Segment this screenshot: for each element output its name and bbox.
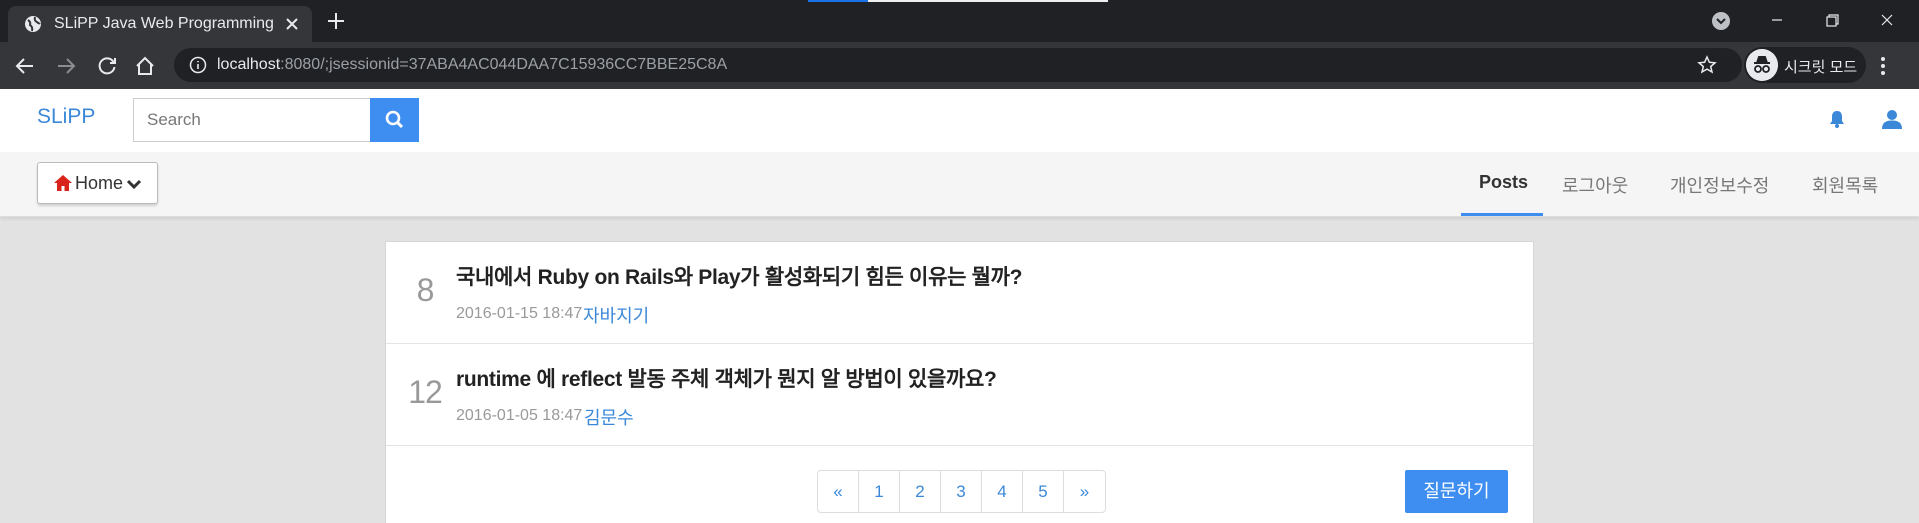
nav-posts[interactable]: Posts xyxy=(1479,172,1528,193)
search-icon xyxy=(385,110,404,129)
home-dropdown-label: Home xyxy=(75,173,124,193)
browser-tab-bar: SLiPP Java Web Programming xyxy=(0,0,1919,42)
back-arrow-icon[interactable] xyxy=(14,55,36,77)
kebab-menu-icon[interactable] xyxy=(1880,55,1886,77)
question-title[interactable]: 국내에서 Ruby on Rails와 Play가 활성화되기 힘든 이유는 뭘… xyxy=(456,261,1023,291)
nav-edit-profile[interactable]: 개인정보수정 xyxy=(1670,172,1769,198)
minimize-icon[interactable] xyxy=(1754,0,1800,40)
window-close-icon[interactable] xyxy=(1864,0,1910,40)
bookmark-star-icon[interactable] xyxy=(1697,55,1717,75)
question-title[interactable]: runtime 에 reflect 발동 주체 객체가 뭔지 알 방법이 있을까… xyxy=(456,363,997,393)
answer-count: 8 xyxy=(416,272,435,308)
restore-icon[interactable] xyxy=(1809,0,1855,40)
search-input[interactable] xyxy=(133,98,370,142)
incognito-icon xyxy=(1746,49,1778,81)
pagination: « 1 2 3 4 5 » xyxy=(817,470,1106,513)
loading-indicator xyxy=(808,0,1108,2)
page-link[interactable]: 5 xyxy=(1023,471,1064,512)
page-link[interactable]: 3 xyxy=(941,471,982,512)
close-icon[interactable] xyxy=(282,14,302,34)
home-icon[interactable] xyxy=(134,55,156,77)
sub-navigation: Home Posts 로그아웃 개인정보수정 회원목록 xyxy=(0,152,1919,217)
question-date: 2016-01-05 18:47 xyxy=(456,407,583,424)
browser-toolbar: localhost:8080/;jsessionid=37ABA4AC044DA… xyxy=(0,42,1919,89)
brand-logo[interactable]: SLiPP xyxy=(37,105,95,129)
question-author[interactable]: 자바지기 xyxy=(583,302,649,328)
incognito-badge[interactable]: 시크릿 모드 xyxy=(1744,47,1866,83)
nav-member-list[interactable]: 회원목록 xyxy=(1812,172,1878,198)
page-link[interactable]: 2 xyxy=(900,471,941,512)
incognito-label: 시크릿 모드 xyxy=(1784,59,1858,76)
question-author[interactable]: 김문수 xyxy=(584,404,634,430)
active-tab-indicator xyxy=(1461,213,1543,216)
home-dropdown-button[interactable]: Home xyxy=(37,162,158,204)
site-header: SLiPP xyxy=(0,89,1919,152)
chevron-down-icon xyxy=(126,179,142,190)
list-item: 12 runtime 에 reflect 발동 주체 객체가 뭔지 알 방법이 … xyxy=(386,344,1533,446)
address-bar[interactable]: localhost:8080/;jsessionid=37ABA4AC044DA… xyxy=(174,48,1742,82)
new-tab-icon[interactable] xyxy=(325,10,347,32)
globe-icon xyxy=(25,16,41,32)
tab-title: SLiPP Java Web Programming xyxy=(54,15,274,32)
page-next[interactable]: » xyxy=(1064,471,1105,512)
tab-search-icon[interactable] xyxy=(1711,11,1731,31)
ask-question-button[interactable]: 질문하기 xyxy=(1405,470,1508,513)
question-list-panel: 8 국내에서 Ruby on Rails와 Play가 활성화되기 힘든 이유는… xyxy=(385,241,1534,523)
nav-logout[interactable]: 로그아웃 xyxy=(1562,172,1628,198)
question-date: 2016-01-15 18:47 xyxy=(456,305,583,322)
page-link[interactable]: 1 xyxy=(859,471,900,512)
info-icon[interactable] xyxy=(189,56,207,74)
answer-count: 12 xyxy=(408,374,443,410)
search-button[interactable] xyxy=(370,98,419,142)
reload-icon[interactable] xyxy=(96,55,118,77)
url-text: localhost:8080/;jsessionid=37ABA4AC044DA… xyxy=(217,56,728,73)
browser-tab[interactable]: SLiPP Java Web Programming xyxy=(8,6,312,42)
forward-arrow-icon[interactable] xyxy=(55,55,77,77)
user-icon[interactable] xyxy=(1881,108,1903,130)
page-prev[interactable]: « xyxy=(818,471,859,512)
list-item: 8 국내에서 Ruby on Rails와 Play가 활성화되기 힘든 이유는… xyxy=(386,242,1533,344)
page-link[interactable]: 4 xyxy=(982,471,1023,512)
home-icon xyxy=(54,175,72,191)
bell-icon[interactable] xyxy=(1827,109,1847,129)
